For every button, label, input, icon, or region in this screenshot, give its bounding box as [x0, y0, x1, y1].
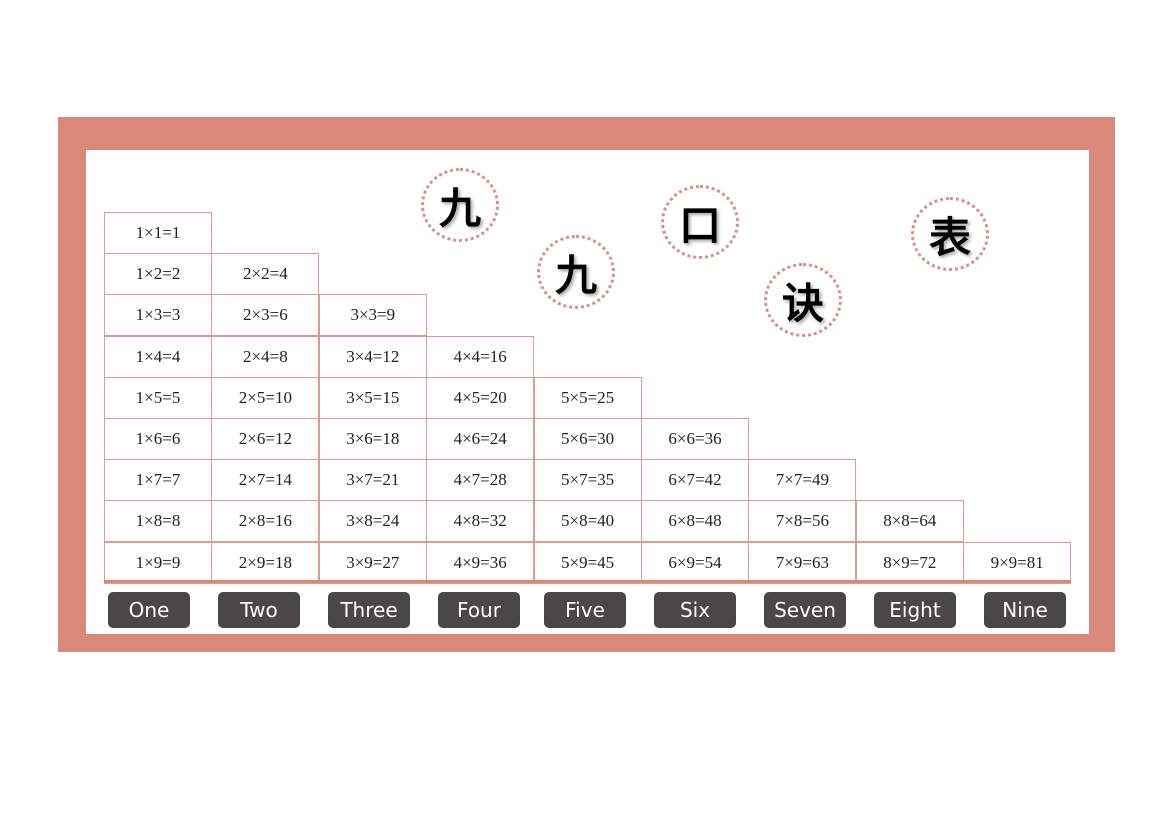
title-char-circle: 诀 — [764, 263, 842, 337]
table-cell: 2×6=12 — [211, 418, 320, 460]
table-cell: 1×3=3 — [104, 294, 212, 337]
table-cell: 3×3=9 — [318, 294, 427, 337]
table-cell: 3×4=12 — [318, 335, 427, 378]
table-cell: 4×7=28 — [426, 459, 535, 502]
title-char-circle: 口 — [661, 185, 739, 259]
table-cell: 6×9=54 — [641, 541, 749, 584]
table-cell: 1×2=2 — [104, 253, 212, 296]
table-cell: 3×8=24 — [318, 500, 427, 543]
table-cell: 2×2=4 — [211, 253, 320, 296]
table-cell: 2×7=14 — [211, 459, 320, 502]
table-cell: 6×8=48 — [641, 500, 749, 543]
table-cell: 7×9=63 — [748, 541, 857, 584]
table-cell: 5×8=40 — [533, 500, 642, 543]
table-cell: 2×9=18 — [211, 541, 320, 584]
table-cell: 1×7=7 — [104, 459, 212, 502]
title-char-circle: 九 — [421, 168, 499, 242]
table-cell: 2×3=6 — [211, 294, 320, 337]
number-button-two[interactable]: Two — [218, 592, 300, 628]
frame-bottom-bar — [58, 634, 1115, 652]
table-cell: 5×5=25 — [533, 376, 642, 419]
table-cell: 4×6=24 — [426, 418, 535, 460]
frame-right-bar — [1089, 150, 1115, 634]
table-base-line — [104, 580, 1071, 583]
table-cell: 3×6=18 — [318, 418, 427, 460]
title-char-circle: 九 — [537, 235, 615, 309]
number-button-eight[interactable]: Eight — [874, 592, 956, 628]
table-cell: 3×5=15 — [318, 376, 427, 419]
table-cell: 8×9=72 — [855, 541, 964, 584]
table-cell: 4×4=16 — [426, 335, 535, 378]
table-cell: 6×6=36 — [641, 418, 749, 460]
frame-top-bar — [58, 117, 1115, 150]
number-button-six[interactable]: Six — [654, 592, 736, 628]
table-cell: 1×6=6 — [104, 418, 212, 460]
table-cell: 1×8=8 — [104, 500, 212, 543]
table-cell: 7×8=56 — [748, 500, 857, 543]
table-cell: 1×5=5 — [104, 376, 212, 419]
number-button-seven[interactable]: Seven — [764, 592, 846, 628]
table-cell: 5×6=30 — [533, 418, 642, 460]
number-button-one[interactable]: One — [108, 592, 190, 628]
number-button-four[interactable]: Four — [438, 592, 520, 628]
table-cell: 2×5=10 — [211, 376, 320, 419]
table-cell: 6×7=42 — [641, 459, 749, 502]
table-cell: 5×9=45 — [533, 541, 642, 584]
number-button-five[interactable]: Five — [544, 592, 626, 628]
frame-left-bar — [58, 150, 86, 634]
table-cell: 2×8=16 — [211, 500, 320, 543]
table-cell: 4×9=36 — [426, 541, 535, 584]
table-cell: 1×9=9 — [104, 541, 212, 584]
table-cell: 7×7=49 — [748, 459, 857, 502]
number-button-three[interactable]: Three — [328, 592, 410, 628]
table-cell: 8×8=64 — [855, 500, 964, 543]
table-cell: 2×4=8 — [211, 335, 320, 378]
title-char-circle: 表 — [911, 197, 989, 271]
table-cell: 4×5=20 — [426, 376, 535, 419]
table-cell: 1×1=1 — [104, 212, 212, 254]
number-button-nine[interactable]: Nine — [984, 592, 1066, 628]
table-cell: 5×7=35 — [533, 459, 642, 502]
table-cell: 3×7=21 — [318, 459, 427, 502]
table-cell: 9×9=81 — [963, 541, 1072, 584]
table-cell: 1×4=4 — [104, 335, 212, 378]
table-cell: 4×8=32 — [426, 500, 535, 543]
table-cell: 3×9=27 — [318, 541, 427, 584]
